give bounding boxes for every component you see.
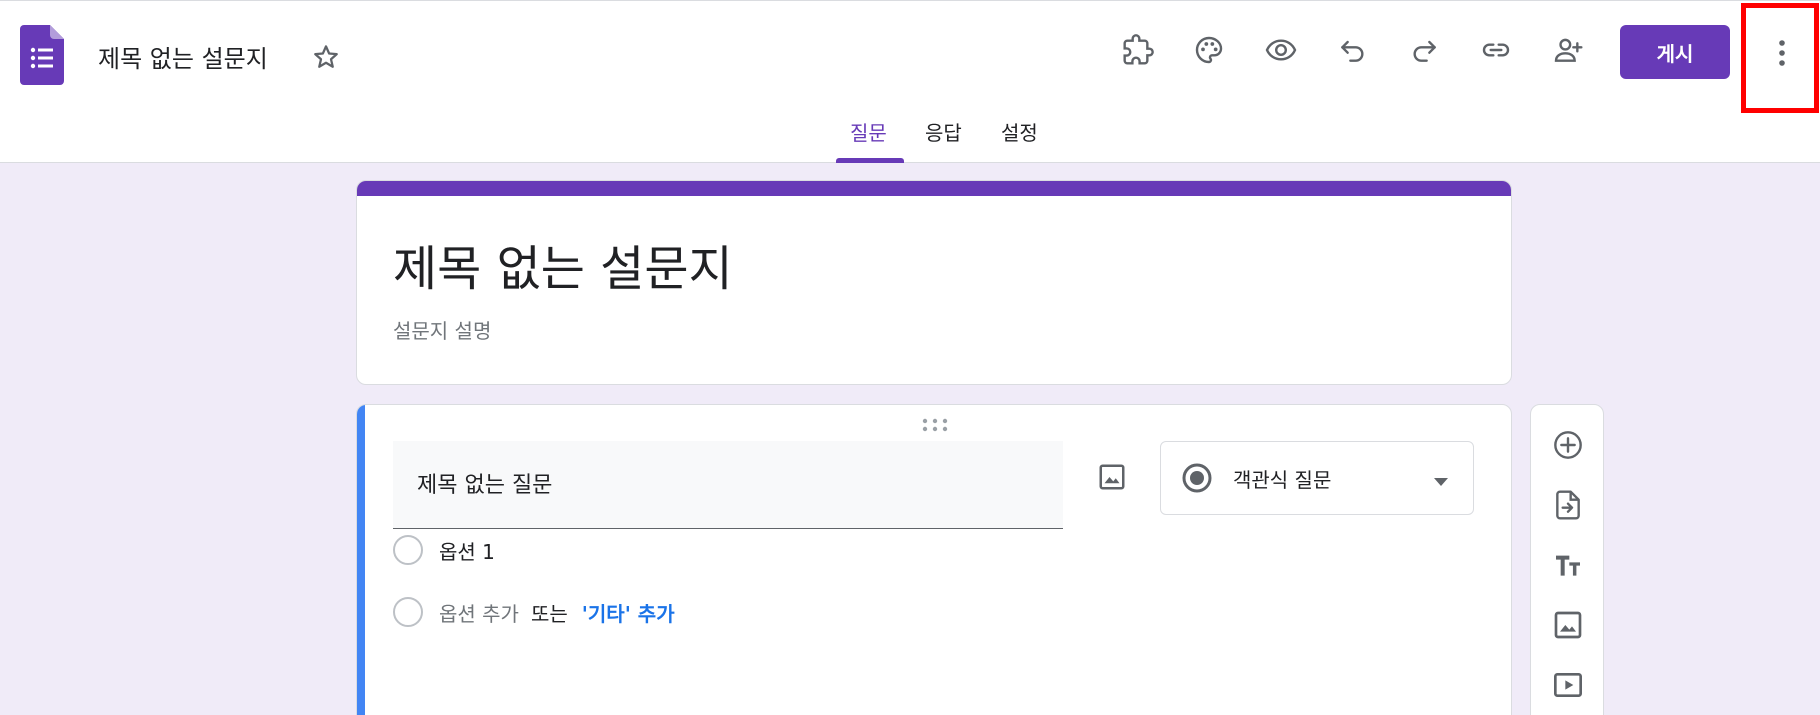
tab-questions[interactable]: 질문 bbox=[850, 117, 887, 146]
floating-side-toolbar bbox=[1530, 404, 1604, 715]
add-option-input[interactable]: 옵션 추가 bbox=[439, 598, 519, 627]
tab-settings[interactable]: 설정 bbox=[1001, 117, 1038, 146]
add-other-option-link[interactable]: '기타' 추가 bbox=[582, 598, 675, 627]
question-card[interactable]: 제목 없는 질문 객관식 질문 옵션 1 옵션 추가 또는 '기타' 추가 bbox=[356, 404, 1512, 715]
document-title[interactable]: 제목 없는 설문지 bbox=[98, 39, 268, 74]
radio-button-icon bbox=[393, 535, 423, 565]
question-type-label: 객관식 질문 bbox=[1233, 468, 1332, 492]
publish-button[interactable]: 게시 bbox=[1620, 25, 1730, 79]
add-question-icon[interactable] bbox=[1548, 425, 1588, 465]
option-label[interactable]: 옵션 1 bbox=[439, 536, 495, 565]
add-image-icon[interactable] bbox=[1090, 455, 1134, 499]
title-card-accent bbox=[357, 181, 1511, 196]
import-questions-icon[interactable] bbox=[1548, 485, 1588, 525]
or-text: 또는 bbox=[530, 601, 568, 626]
active-question-indicator bbox=[357, 405, 365, 715]
dropdown-arrow-icon bbox=[1433, 472, 1449, 486]
add-option-row: 옵션 추가 또는 '기타' 추가 bbox=[393, 595, 675, 629]
drag-handle-icon[interactable] bbox=[920, 417, 950, 433]
radio-button-checked-icon bbox=[1181, 462, 1213, 494]
add-image-icon[interactable] bbox=[1548, 605, 1588, 645]
tab-responses[interactable]: 응답 bbox=[925, 117, 962, 146]
form-description-input[interactable]: 설문지 설명 bbox=[393, 315, 491, 344]
redo-icon[interactable] bbox=[1404, 30, 1444, 70]
form-title-input[interactable]: 제목 없는 설문지 bbox=[393, 229, 733, 299]
active-tab-indicator bbox=[836, 158, 904, 163]
add-video-icon[interactable] bbox=[1548, 665, 1588, 705]
option-row: 옵션 1 bbox=[393, 533, 495, 567]
question-type-dropdown[interactable]: 객관식 질문 bbox=[1160, 441, 1474, 515]
top-app-bar: 제목 없는 설문지 게시 질문 응답 설정 bbox=[0, 0, 1820, 163]
question-title-input[interactable]: 제목 없는 질문 bbox=[393, 441, 1063, 529]
google-forms-logo-icon[interactable] bbox=[20, 25, 64, 85]
addon-icon[interactable] bbox=[1118, 30, 1158, 70]
radio-button-icon bbox=[393, 597, 423, 627]
add-title-text-icon[interactable] bbox=[1548, 545, 1588, 585]
palette-icon[interactable] bbox=[1189, 30, 1229, 70]
preview-eye-icon[interactable] bbox=[1261, 30, 1301, 70]
link-icon[interactable] bbox=[1476, 30, 1516, 70]
form-title-card: 제목 없는 설문지 설문지 설명 bbox=[356, 180, 1512, 385]
add-collaborator-icon[interactable] bbox=[1548, 30, 1588, 70]
undo-icon[interactable] bbox=[1333, 30, 1373, 70]
highlight-box bbox=[1741, 3, 1819, 113]
star-icon[interactable] bbox=[309, 40, 343, 74]
